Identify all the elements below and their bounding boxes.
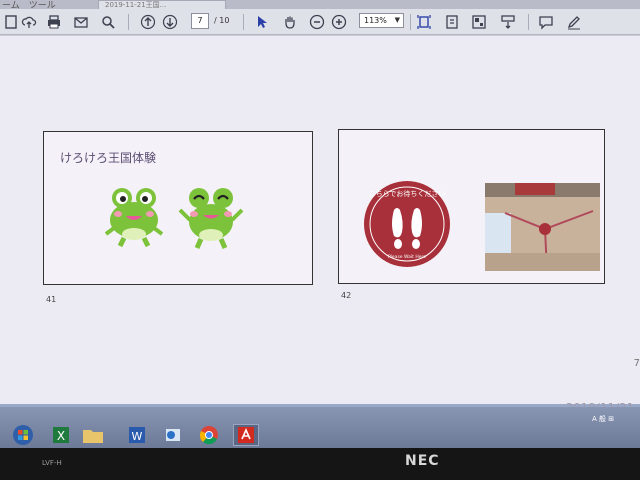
start-button[interactable] — [10, 424, 36, 446]
frog-illustration — [104, 188, 164, 248]
sticker-text-en: Please Wait Here — [388, 254, 426, 260]
document-viewer[interactable]: けろけろ王国体験 41 こちらでお待ちください Please Wait Here… — [0, 36, 640, 407]
excel-icon[interactable]: X — [48, 424, 74, 446]
print-icon[interactable] — [45, 13, 63, 31]
page-number-input[interactable]: 7 — [191, 13, 209, 29]
floor-sticker-photo — [485, 183, 600, 271]
laptop-bezel — [0, 448, 640, 480]
fit-page-icon[interactable] — [415, 13, 433, 31]
zoom-out-icon[interactable] — [308, 13, 326, 31]
chevron-down-icon: ▼ — [394, 16, 400, 24]
chrome-icon[interactable] — [196, 424, 222, 446]
fullscreen-icon[interactable] — [470, 13, 488, 31]
next-page-icon[interactable] — [161, 13, 179, 31]
wait-here-sticker: こちらでお待ちください Please Wait Here — [364, 181, 450, 267]
slide-thumbnail-42[interactable]: こちらでお待ちください Please Wait Here — [338, 129, 605, 284]
search-icon[interactable] — [99, 13, 117, 31]
brand-logo: NEC — [405, 453, 440, 469]
page-icon[interactable] — [2, 13, 20, 31]
hand-tool-icon[interactable] — [281, 13, 299, 31]
title-tab-strip: ーム ツール 2019-11-21王国... — [0, 0, 640, 11]
sticker-text-jp: こちらでお待ちください — [369, 189, 446, 198]
system-tray[interactable]: A 般 ⊞ — [592, 414, 614, 424]
pen-icon[interactable] — [565, 13, 583, 31]
scroll-mode-icon[interactable] — [499, 13, 517, 31]
svg-text:W: W — [132, 430, 143, 443]
next-page-number: 7 — [633, 358, 640, 369]
slide-page-number: 42 — [341, 291, 352, 300]
model-label: LVF-H — [42, 459, 62, 467]
zoom-value: 113% — [364, 16, 387, 25]
zoom-in-icon[interactable] — [330, 13, 348, 31]
zoom-select[interactable]: 113% ▼ — [359, 13, 404, 28]
outlook-icon[interactable] — [160, 424, 186, 446]
comment-icon[interactable] — [537, 13, 555, 31]
rotate-page-icon[interactable] — [443, 13, 461, 31]
document-tab[interactable]: 2019-11-21王国... — [98, 0, 226, 9]
slide-title: けろけろ王国体験 — [60, 151, 157, 165]
slide-page-number: 41 — [46, 295, 57, 304]
windows-taskbar: X W — [0, 407, 640, 448]
toolbar: 7 / 10 113% ▼ — [0, 9, 640, 35]
svg-text:X: X — [57, 429, 65, 443]
previous-page-icon[interactable] — [139, 13, 157, 31]
acrobat-icon[interactable] — [233, 424, 259, 446]
word-icon[interactable]: W — [124, 424, 150, 446]
file-explorer-icon[interactable] — [80, 424, 106, 446]
select-cursor-icon[interactable] — [253, 13, 271, 31]
slide-thumbnail-41[interactable]: けろけろ王国体験 — [43, 131, 313, 285]
upload-cloud-icon[interactable] — [20, 13, 38, 31]
frog-illustration — [178, 188, 244, 250]
page-total: / 10 — [214, 16, 230, 25]
mail-icon[interactable] — [72, 13, 90, 31]
